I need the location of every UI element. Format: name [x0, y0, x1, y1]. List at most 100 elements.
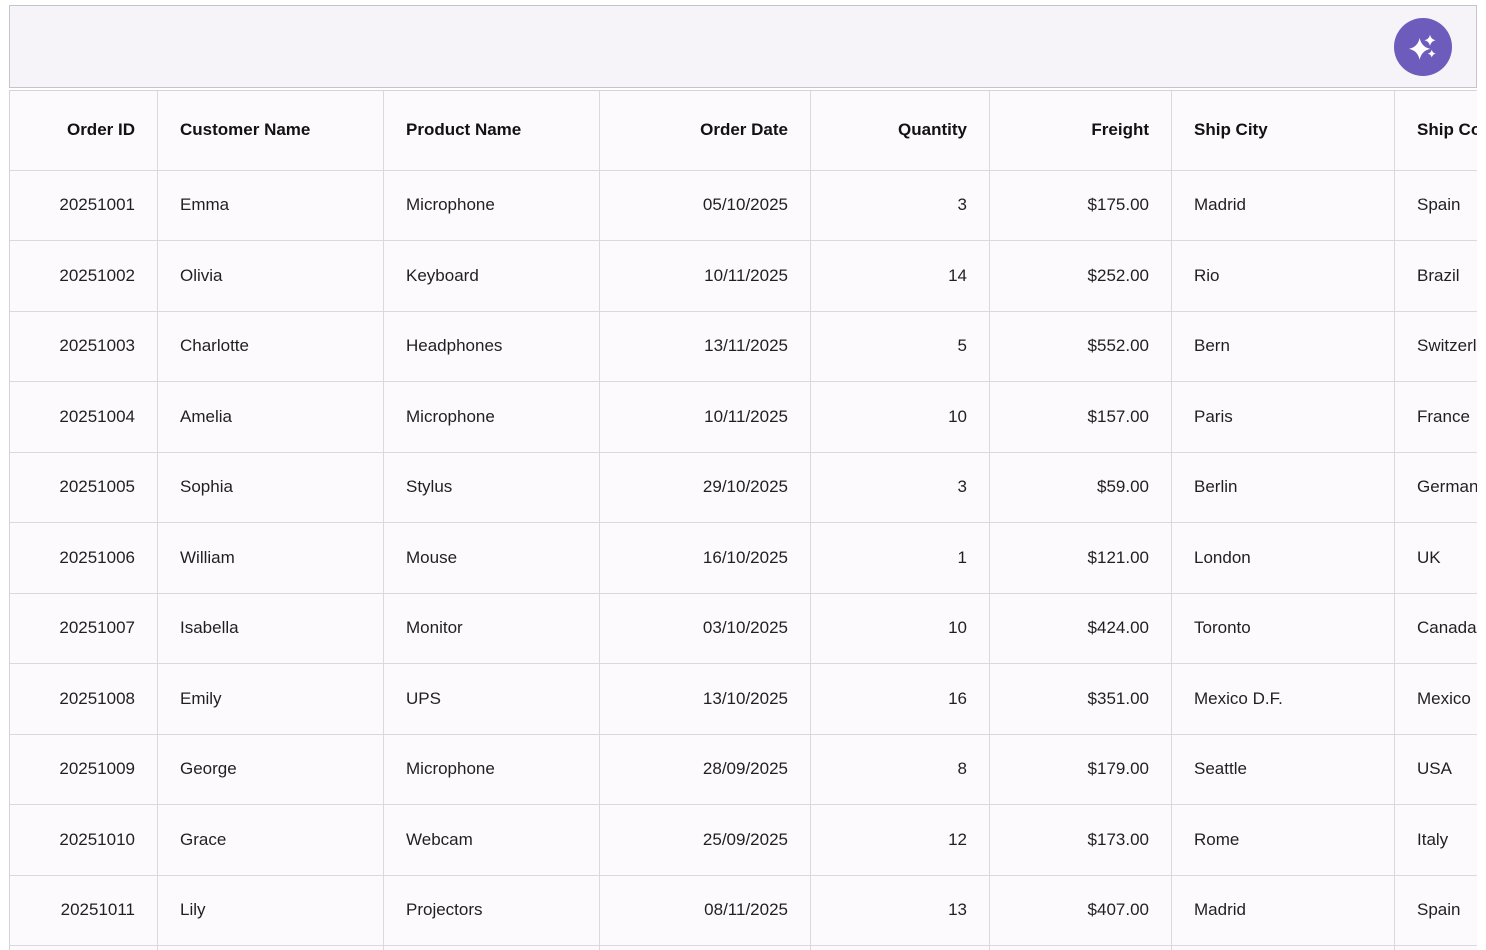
- table-cell-freight[interactable]: $407.00: [990, 875, 1172, 946]
- table-cell-quantity[interactable]: 8: [811, 734, 990, 805]
- table-cell-ship_country[interactable]: Germany: [1395, 452, 1477, 523]
- table-cell-order_date[interactable]: 29/10/2025: [600, 452, 811, 523]
- table-cell-customer_name[interactable]: George: [158, 734, 384, 805]
- table-cell-ship_country[interactable]: Brazil: [1395, 241, 1477, 312]
- table-cell-ship_city[interactable]: Rome: [1172, 805, 1395, 876]
- table-cell-order_date[interactable]: 05/10/2025: [600, 170, 811, 241]
- ai-assist-button[interactable]: [1394, 17, 1452, 76]
- table-cell-quantity[interactable]: 3: [811, 170, 990, 241]
- table-cell-order_date[interactable]: 13/10/2025: [600, 664, 811, 735]
- table-cell-freight[interactable]: $173.00: [990, 805, 1172, 876]
- table-cell-ship_city[interactable]: Madrid: [1172, 875, 1395, 946]
- table-cell-ship_city[interactable]: Berlin: [1172, 452, 1395, 523]
- table-cell-order_date[interactable]: 28/09/2025: [600, 734, 811, 805]
- table-cell-customer_name[interactable]: Emily: [158, 664, 384, 735]
- table-cell-product_name[interactable]: Microphone: [384, 734, 600, 805]
- table-cell-quantity[interactable]: 16: [811, 664, 990, 735]
- table-cell-quantity[interactable]: 10: [811, 382, 990, 453]
- table-cell-product_name[interactable]: Microphone: [384, 170, 600, 241]
- table-row[interactable]: 20251009 George Microphone 28/09/2025 8 $179.…: [10, 734, 1477, 805]
- table-cell-freight[interactable]: $252.00: [990, 241, 1172, 312]
- table-row[interactable]: 20251006 William Mouse 16/10/2025 1 $121.00 Lo…: [10, 523, 1477, 594]
- table-cell-product_name[interactable]: Keyboard: [384, 241, 600, 312]
- table-row[interactable]: 20251010 Grace Webcam 25/09/2025 12 $173.00 Ro…: [10, 805, 1477, 876]
- table-cell-product_name[interactable]: Headphones: [384, 311, 600, 382]
- table-cell-order_date[interactable]: 10/11/2025: [600, 382, 811, 453]
- table-cell-order_id[interactable]: 20251010: [10, 805, 158, 876]
- table-cell-customer_name[interactable]: Amelia: [158, 382, 384, 453]
- table-cell-order_date[interactable]: 03/10/2025: [600, 593, 811, 664]
- table-cell-freight[interactable]: $179.00: [990, 734, 1172, 805]
- table-cell-product_name[interactable]: Stylus: [384, 452, 600, 523]
- table-cell-order_id[interactable]: 20251005: [10, 452, 158, 523]
- table-cell-ship_country[interactable]: Switzerland: [1395, 311, 1477, 382]
- table-cell-product_name[interactable]: Monitor: [384, 593, 600, 664]
- table-cell-freight[interactable]: $351.00: [990, 664, 1172, 735]
- table-cell-freight[interactable]: $59.00: [990, 452, 1172, 523]
- table-cell-ship_country[interactable]: France: [1395, 382, 1477, 453]
- table-cell-customer_name[interactable]: William: [158, 523, 384, 594]
- table-cell-ship_city[interactable]: Seattle: [1172, 734, 1395, 805]
- table-cell-ship_country[interactable]: USA: [1395, 734, 1477, 805]
- table-cell-freight[interactable]: $424.00: [990, 593, 1172, 664]
- table-cell-freight[interactable]: $552.00: [990, 311, 1172, 382]
- table-cell-customer_name[interactable]: Isabella: [158, 593, 384, 664]
- header-cell-order_date[interactable]: Order Date: [600, 91, 811, 171]
- table-cell-product_name[interactable]: Microphone: [384, 382, 600, 453]
- table-cell-freight[interactable]: $175.00: [990, 170, 1172, 241]
- table-row[interactable]: 20251004 Amelia Microphone 10/11/2025 10 $157…: [10, 382, 1477, 453]
- table-cell-customer_name[interactable]: Emma: [158, 170, 384, 241]
- table-cell-order_id[interactable]: 20251011: [10, 875, 158, 946]
- table-cell-ship_country[interactable]: Mexico: [1395, 664, 1477, 735]
- table-cell-order_date[interactable]: 08/11/2025: [600, 875, 811, 946]
- table-row[interactable]: 20251011 Lily Projectors 08/11/2025 13 $407.0…: [10, 875, 1477, 946]
- table-cell-product_name[interactable]: Mouse: [384, 523, 600, 594]
- table-row[interactable]: 20251005 Sophia Stylus 29/10/2025 3 $59.00 Ber…: [10, 452, 1477, 523]
- table-cell-customer_name[interactable]: Olivia: [158, 241, 384, 312]
- header-cell-freight[interactable]: Freight: [990, 91, 1172, 171]
- table-cell-ship_city[interactable]: Madrid: [1172, 170, 1395, 241]
- table-cell-order_date[interactable]: 10/11/2025: [600, 241, 811, 312]
- table-cell-ship_country[interactable]: Italy: [1395, 805, 1477, 876]
- table-cell-ship_city[interactable]: Paris: [1172, 382, 1395, 453]
- table-cell-quantity[interactable]: 10: [811, 593, 990, 664]
- table-row[interactable]: 20251001 Emma Microphone 05/10/2025 3 $175.00…: [10, 170, 1477, 241]
- table-row[interactable]: 20251007 Isabella Monitor 03/10/2025 10 $424.…: [10, 593, 1477, 664]
- table-cell-ship_city[interactable]: Mexico D.F.: [1172, 664, 1395, 735]
- header-cell-ship_city[interactable]: Ship City: [1172, 91, 1395, 171]
- table-cell-customer_name[interactable]: Sophia: [158, 452, 384, 523]
- table-cell-quantity[interactable]: 5: [811, 311, 990, 382]
- table-cell-freight[interactable]: $157.00: [990, 382, 1172, 453]
- table-cell-order_id[interactable]: 20251007: [10, 593, 158, 664]
- header-cell-quantity[interactable]: Quantity: [811, 91, 990, 171]
- table-cell-order_id[interactable]: 20251002: [10, 241, 158, 312]
- table-cell-quantity[interactable]: 1: [811, 523, 990, 594]
- table-cell-customer_name[interactable]: Lily: [158, 875, 384, 946]
- table-cell-ship_country[interactable]: Spain: [1395, 170, 1477, 241]
- table-cell-product_name[interactable]: Webcam: [384, 805, 600, 876]
- table-cell-order_id[interactable]: 20251004: [10, 382, 158, 453]
- table-cell-quantity[interactable]: 14: [811, 241, 990, 312]
- table-cell-order_id[interactable]: 20251009: [10, 734, 158, 805]
- header-cell-ship_country[interactable]: Ship Country: [1395, 91, 1477, 171]
- header-cell-product_name[interactable]: Product Name: [384, 91, 600, 171]
- table-cell-customer_name[interactable]: Grace: [158, 805, 384, 876]
- table-row[interactable]: 20251003 Charlotte Headphones 13/11/2025 5 $5…: [10, 311, 1477, 382]
- table-cell-order_date[interactable]: 25/09/2025: [600, 805, 811, 876]
- header-cell-order_id[interactable]: Order ID: [10, 91, 158, 171]
- table-cell-ship_city[interactable]: Toronto: [1172, 593, 1395, 664]
- header-cell-customer_name[interactable]: Customer Name: [158, 91, 384, 171]
- table-cell-order_date[interactable]: 13/11/2025: [600, 311, 811, 382]
- table-cell-quantity[interactable]: 13: [811, 875, 990, 946]
- table-cell-ship_city[interactable]: Bern: [1172, 311, 1395, 382]
- table-cell-quantity[interactable]: 12: [811, 805, 990, 876]
- table-row[interactable]: 20251002 Olivia Keyboard 10/11/2025 14 $252.0…: [10, 241, 1477, 312]
- table-cell-quantity[interactable]: 3: [811, 452, 990, 523]
- table-cell-order_id[interactable]: 20251001: [10, 170, 158, 241]
- table-cell-ship_city[interactable]: London: [1172, 523, 1395, 594]
- table-cell-product_name[interactable]: Projectors: [384, 875, 600, 946]
- table-cell-freight[interactable]: $121.00: [990, 523, 1172, 594]
- table-cell-order_date[interactable]: 16/10/2025: [600, 523, 811, 594]
- table-cell-customer_name[interactable]: Charlotte: [158, 311, 384, 382]
- table-row[interactable]: 20251008 Emily UPS 13/10/2025 16 $351.00 Mexic…: [10, 664, 1477, 735]
